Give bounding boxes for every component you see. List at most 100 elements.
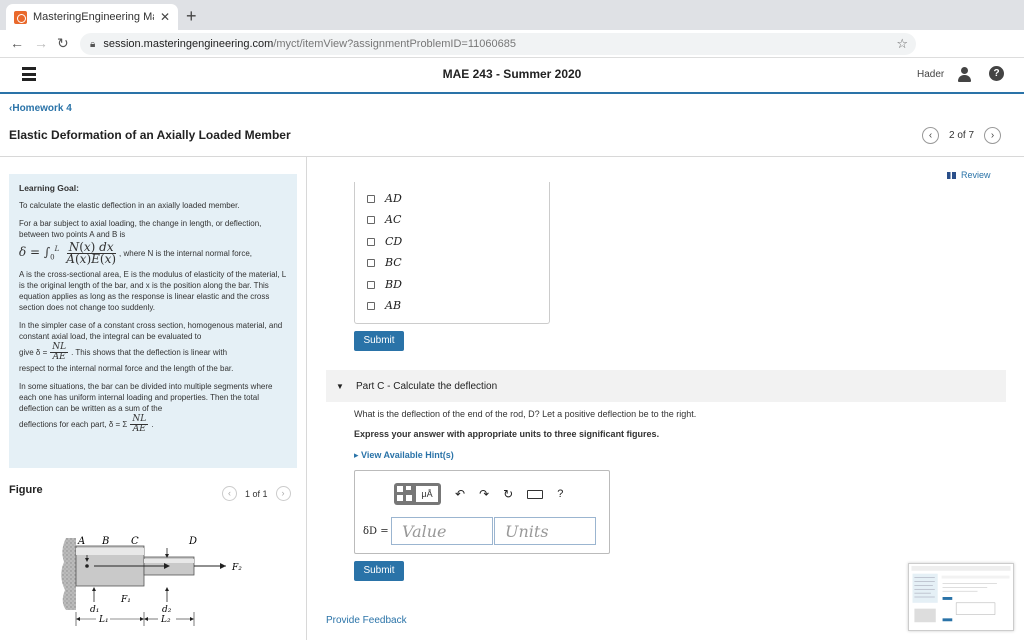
label-a: A (77, 536, 85, 547)
eq-where-text: , where N is the internal normal force, (119, 249, 252, 258)
forward-arrow-icon[interactable]: → (34, 35, 48, 51)
collapse-triangle-icon[interactable]: ▼ (336, 382, 344, 391)
back-arrow-icon[interactable]: ← (10, 35, 24, 51)
learning-goal-panel: Learning Goal: To calculate the elastic … (9, 174, 297, 468)
goal-paragraph-3: A is the cross-sectional area, E is the … (19, 270, 286, 312)
help-icon[interactable]: ? (989, 66, 1004, 81)
browser-tab-bar: MasteringEngineering Masteri ✕ + (0, 0, 1024, 30)
checkbox[interactable] (367, 237, 375, 246)
url-path: /myct/itemView?assignmentProblemID=11060… (273, 38, 516, 50)
answer-lhs: δD = (363, 526, 389, 537)
page-thumbnail[interactable] (908, 563, 1014, 631)
part-c-instructions: Express your answer with appropriate uni… (354, 429, 660, 439)
page-title: Elastic Deformation of an Axially Loaded… (9, 128, 291, 142)
goal-paragraph-4d: respect to the internal normal force and… (19, 364, 234, 373)
rod-figure: A B C D F₂ d₁ F₁ d₂ L₁ L₂ (61, 536, 242, 626)
answer-choices: AD AC CD BC BD AB (354, 182, 550, 324)
units-tool-button[interactable]: μÅ (416, 486, 438, 502)
label-b: B (101, 536, 109, 547)
pager-text: 2 of 7 (949, 130, 975, 141)
give-delta-text: give δ = (19, 348, 48, 357)
goal-paragraph-4: In the simpler case of a constant cross … (19, 321, 283, 341)
review-icon (947, 171, 956, 179)
next-figure-button[interactable]: › (275, 486, 291, 501)
units-input[interactable]: Units (494, 517, 596, 545)
app-header: MAE 243 - Summer 2020 Hader ? (0, 58, 1024, 94)
back-to-homework-link[interactable]: ‹Homework 4 (9, 103, 72, 114)
column-divider (306, 157, 307, 640)
label-f2: F₂ (231, 563, 242, 573)
view-hints-link[interactable]: ▸ View Available Hint(s) (354, 450, 454, 461)
value-input[interactable]: Value (391, 517, 493, 545)
checkbox[interactable] (367, 194, 375, 203)
goal-paragraph-2: For a bar subject to axial loading, the … (19, 219, 262, 239)
prev-problem-button[interactable]: ‹ (922, 127, 939, 144)
prev-figure-button[interactable]: ‹ (222, 486, 237, 501)
submit-button-part-c[interactable]: Submit (354, 561, 404, 581)
divider (0, 156, 1024, 157)
checkbox[interactable] (367, 258, 375, 267)
label-d1: d₁ (90, 605, 99, 615)
part-c-label: Part C - Calculate the deflection (356, 381, 498, 392)
math-toolbar: μÅ ↶ ↷ ↻ ? (394, 483, 563, 505)
checkbox[interactable] (367, 301, 375, 310)
reload-icon[interactable]: ↻ (57, 35, 69, 52)
figure-pager-text: 1 of 1 (245, 488, 268, 499)
choice-bd[interactable]: BD (367, 278, 402, 291)
label-f1: F₁ (120, 595, 131, 605)
sum-text: deflections for each part, δ = Σ (19, 420, 128, 429)
undo-icon[interactable]: ↶ (455, 487, 465, 501)
bookmark-star-icon[interactable]: ☆ (896, 36, 908, 52)
template-tools: μÅ (394, 483, 441, 505)
url-domain: session.masteringengineering.com (103, 38, 274, 50)
browser-tab[interactable]: MasteringEngineering Masteri ✕ (6, 4, 178, 30)
goal-paragraph-5: In some situations, the bar can be divid… (19, 382, 273, 413)
choice-ab[interactable]: AB (367, 299, 401, 312)
new-tab-icon[interactable]: + (186, 6, 197, 27)
tab-title: MasteringEngineering Masteri (33, 11, 154, 23)
linear-text: . This shows that the deflection is line… (71, 348, 228, 357)
review-label: Review (961, 170, 991, 180)
redo-icon[interactable]: ↷ (479, 487, 489, 501)
user-icon[interactable] (957, 67, 971, 83)
reset-icon[interactable]: ↻ (503, 487, 513, 501)
submit-button-part-b[interactable]: Submit (354, 331, 404, 351)
label-l2: L₂ (160, 615, 171, 625)
point-b-marker (85, 564, 89, 568)
mastering-favicon-icon (14, 10, 27, 24)
choice-bc[interactable]: BC (367, 256, 402, 269)
keyboard-icon[interactable] (527, 489, 544, 499)
label-c: C (131, 536, 139, 547)
review-link[interactable]: Review (947, 170, 991, 180)
checkbox[interactable] (367, 215, 375, 224)
part-c-question: What is the deflection of the end of the… (354, 409, 697, 419)
close-tab-icon[interactable]: ✕ (160, 10, 170, 24)
lock-icon: 🔒︎ (90, 38, 96, 50)
choice-cd[interactable]: CD (367, 235, 402, 248)
goal-paragraph-1: To calculate the elastic deflection in a… (19, 201, 240, 210)
url-field[interactable]: 🔒︎ session.masteringengineering.com/myct… (80, 33, 916, 55)
answer-box: μÅ ↶ ↷ ↻ ? δD = Value Units (354, 470, 610, 554)
label-d2: d₂ (162, 605, 172, 615)
help-tool-icon[interactable]: ? (557, 488, 563, 500)
figure-pager: ‹ 1 of 1 › (222, 486, 291, 501)
next-problem-button[interactable]: › (984, 127, 1002, 144)
deflection-integral-equation: δ = ∫0L N(x) dx A(x)E(x) , where N is the… (19, 240, 252, 266)
figure-label: Figure (9, 484, 43, 496)
templates-icon[interactable] (397, 486, 413, 502)
learning-goal-title: Learning Goal: (19, 183, 79, 193)
back-label: Homework 4 (12, 103, 72, 114)
problem-pager: ‹ 2 of 7 › (922, 127, 1002, 144)
wall-support (61, 538, 76, 610)
checkbox[interactable] (367, 280, 375, 289)
sum-equation: deflections for each part, δ = Σ NL AE . (19, 414, 154, 434)
label-d: D (188, 536, 197, 547)
simple-case-equation: give δ = NL AE . This shows that the defl… (19, 342, 228, 362)
choice-ad[interactable]: AD (367, 192, 402, 205)
choice-ac[interactable]: AC (367, 213, 401, 226)
part-c-header[interactable]: ▼ Part C - Calculate the deflection (326, 370, 1006, 402)
provide-feedback-link[interactable]: Provide Feedback (326, 615, 407, 626)
user-name[interactable]: Hader (917, 69, 944, 80)
label-l1: L₁ (98, 615, 109, 625)
address-bar: ← → ↻ 🔒︎ session.masteringengineering.co… (0, 30, 1024, 80)
